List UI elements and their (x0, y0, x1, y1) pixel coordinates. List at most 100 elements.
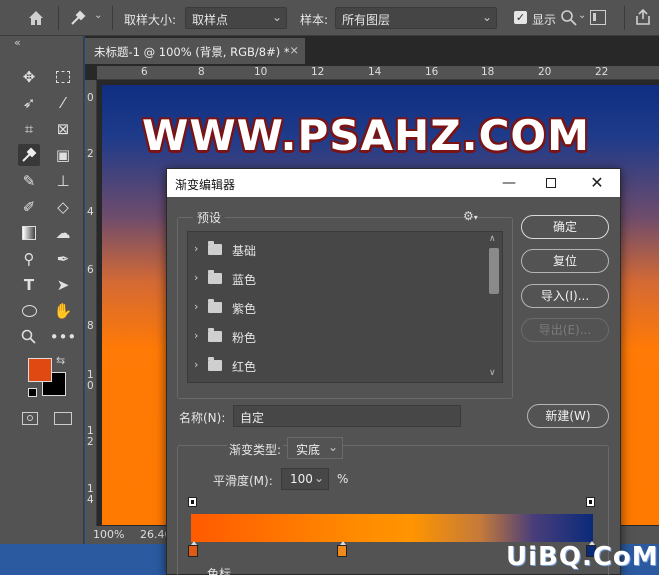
crop-tool-icon[interactable]: ⌗ (18, 118, 40, 140)
opacity-stop-left[interactable] (188, 497, 197, 507)
search-icon[interactable] (560, 9, 578, 27)
ruler-number: 14 (368, 66, 382, 78)
eyedropper-tool-preset-icon[interactable] (68, 8, 88, 28)
magic-wand-tool-icon[interactable]: ⁄ (52, 92, 74, 114)
history-brush-tool-icon[interactable]: ✐ (18, 196, 40, 218)
preset-folder[interactable]: › 紫色 (188, 296, 486, 320)
ellipse-tool-icon[interactable] (18, 300, 40, 322)
eyedropper-tool-icon[interactable] (18, 144, 40, 166)
dialog-title: 渐变编辑器 (175, 178, 236, 192)
ruler-number: 1 0 (87, 369, 94, 392)
frame-tool-icon[interactable]: ⊠ (52, 118, 74, 140)
share-icon[interactable] (634, 8, 652, 26)
chevron-right-icon[interactable]: › (194, 300, 198, 313)
dodge-tool-icon[interactable]: ⚲ (18, 248, 40, 270)
chevron-down-icon: ⌄ (271, 10, 282, 24)
ruler-number: 18 (481, 66, 495, 78)
quick-mask-icon[interactable] (22, 412, 38, 425)
brush-tool-icon[interactable]: ✎ (18, 170, 40, 192)
preset-folder[interactable]: › 红色 (188, 354, 486, 378)
dialog-titlebar[interactable]: 渐变编辑器 — ✕ (167, 169, 620, 197)
close-icon[interactable]: ✕ (587, 173, 607, 193)
sample-size-select[interactable]: 取样点 ⌄ (185, 7, 287, 29)
maximize-icon[interactable] (541, 173, 561, 193)
foreground-color-swatch[interactable] (28, 358, 52, 382)
chevron-down-icon: ⌄ (481, 10, 492, 24)
close-tab-icon[interactable]: × (289, 43, 299, 57)
type-tool-icon[interactable]: T (18, 274, 40, 296)
more-tools-icon[interactable]: ••• (50, 326, 77, 348)
chevron-down-icon: ⌄ (327, 440, 338, 454)
gradient-preview-bar[interactable] (191, 514, 593, 542)
hand-tool-icon[interactable]: ✋ (52, 300, 74, 322)
scrollbar-thumb[interactable] (489, 248, 499, 294)
move-tool-icon[interactable]: ✥ (18, 66, 40, 88)
document-tab-title: 未标题-1 @ 100% (背景, RGB/8#) * (94, 45, 290, 59)
chevron-right-icon[interactable]: › (194, 271, 198, 284)
ruler-vertical[interactable]: 0 2 4 6 8 1 0 1 2 1 4 (85, 80, 97, 526)
name-input[interactable]: 自定 (233, 405, 461, 427)
screen-mode-icon[interactable] (54, 412, 72, 425)
watermark: UiBQ.CoM (506, 542, 659, 572)
ruler-horizontal[interactable]: 6 8 10 12 14 16 18 20 22 (97, 66, 659, 80)
show-ring-checkbox[interactable]: ✓ (514, 11, 527, 24)
ruler-number: 1 4 (87, 483, 94, 506)
preset-folder[interactable]: › 基础 (188, 238, 486, 262)
preset-folder[interactable]: › 粉色 (188, 325, 486, 349)
sample-select[interactable]: 所有图层 ⌄ (335, 7, 497, 29)
chevron-right-icon[interactable]: › (194, 329, 198, 342)
name-label: 名称(N): (179, 411, 226, 425)
pen-tool-icon[interactable]: ✒ (52, 248, 74, 270)
preset-folder-label: 蓝色 (232, 273, 257, 287)
ruler-number: 10 (254, 66, 268, 78)
gradient-type-select[interactable]: 实底 ⌄ (287, 437, 343, 459)
export-button[interactable]: 导出(E)... (521, 318, 609, 342)
eraser-tool-icon[interactable]: ◇ (52, 196, 74, 218)
ruler-number: 2 (87, 148, 94, 160)
chevron-down-icon[interactable]: ⌄ (314, 471, 324, 485)
minimize-icon[interactable]: — (499, 173, 519, 193)
chevron-down-icon[interactable]: ⌄ (94, 10, 102, 21)
chevron-right-icon[interactable]: › (194, 358, 198, 371)
smoothness-input[interactable]: 100 ⌄ (281, 468, 329, 490)
folder-icon (208, 270, 222, 284)
presets-list[interactable]: › 基础 › 蓝色 › 紫色 › 粉色 › 红色 ∧ ∨ (187, 231, 503, 383)
ruler-number: 16 (425, 66, 439, 78)
presets-gear-icon[interactable]: ⚙▾ (463, 209, 478, 223)
home-icon[interactable] (26, 8, 46, 28)
folder-icon (208, 241, 222, 255)
blur-tool-icon[interactable]: ☁ (52, 222, 74, 244)
stamp-tool-icon[interactable]: ⊥ (52, 170, 74, 192)
path-selection-tool-icon[interactable]: ➤ (52, 274, 74, 296)
default-colors-icon[interactable] (28, 388, 37, 397)
presets-scrollbar[interactable]: ∧ ∨ (486, 232, 502, 382)
sample-size-label: 取样大小: (124, 13, 177, 27)
patch-tool-icon[interactable]: ▣ (52, 144, 74, 166)
ok-button[interactable]: 确定 (521, 215, 609, 239)
import-button[interactable]: 导入(I)... (521, 284, 609, 308)
ruler-number: 6 (87, 264, 94, 276)
ruler-number: 4 (87, 206, 94, 218)
opacity-stop-right[interactable] (586, 497, 595, 507)
collapse-toolbox-icon[interactable]: « (14, 36, 21, 49)
separator (58, 6, 59, 30)
marquee-tool-icon[interactable] (52, 66, 74, 88)
swap-colors-icon[interactable]: ⇆ (56, 354, 65, 367)
color-stop[interactable] (188, 541, 198, 557)
zoom-tool-icon[interactable] (18, 326, 40, 348)
lasso-tool-icon[interactable]: ➶ (18, 92, 40, 114)
gradient-tool-icon[interactable] (18, 222, 40, 244)
color-stop[interactable] (337, 541, 347, 557)
zoom-level[interactable]: 100% (93, 528, 124, 541)
new-button[interactable]: 新建(W) (527, 404, 609, 428)
reset-button[interactable]: 复位 (521, 249, 609, 273)
folder-icon (208, 357, 222, 371)
chevron-down-icon[interactable]: ⌄ (578, 10, 586, 21)
chevron-right-icon[interactable]: › (194, 242, 198, 255)
toolbox: « ✥ ➶ ⁄ ⌗ ⊠ ▣ ✎ ⊥ ✐ ◇ ☁ ⚲ ✒ T ➤ ✋ ••• ⇆ (0, 36, 84, 544)
preset-folder[interactable]: › 蓝色 (188, 267, 486, 291)
document-tab[interactable]: 未标题-1 @ 100% (背景, RGB/8#) * × (85, 38, 305, 64)
scroll-up-icon[interactable]: ∧ (489, 234, 496, 244)
workspace-icon[interactable] (590, 10, 606, 25)
scroll-down-icon[interactable]: ∨ (489, 368, 496, 378)
